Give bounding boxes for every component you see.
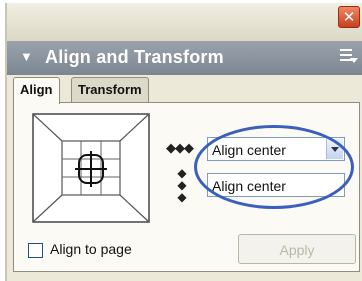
collapse-arrow-icon[interactable]: ▼ (20, 49, 33, 64)
tab-transform[interactable]: Transform (71, 77, 149, 102)
panel-menu-icon[interactable] (340, 49, 358, 63)
tab-align[interactable]: Align (13, 77, 60, 104)
vertical-align-select[interactable]: Align center (207, 173, 345, 197)
panel-title: Align and Transform (45, 47, 224, 67)
panel-window: ✕ ▼ Align and Transform Align Transform (5, 3, 362, 281)
align-to-page-checkbox[interactable] (28, 243, 43, 258)
alignment-preview[interactable] (32, 113, 150, 223)
align-to-page-label: Align to page (50, 241, 132, 257)
horizontal-align-value: Align center (212, 142, 286, 158)
apply-button[interactable]: Apply (238, 234, 356, 264)
dropdown-arrow-icon[interactable] (326, 139, 343, 159)
align-tab-content: ◆◆◆ ◆ ◆ ◆ Align center Align center Align … (13, 102, 360, 272)
horizontal-align-arrows-icon: ◆◆◆ (166, 141, 194, 156)
title-bar: ✕ (7, 3, 362, 41)
vertical-align-arrows-icon: ◆ ◆ ◆ (177, 166, 187, 204)
close-button[interactable]: ✕ (338, 6, 360, 28)
panel-header[interactable]: ▼ Align and Transform (7, 41, 362, 75)
horizontal-align-select[interactable]: Align center (207, 137, 345, 161)
vertical-align-value: Align center (212, 178, 286, 194)
